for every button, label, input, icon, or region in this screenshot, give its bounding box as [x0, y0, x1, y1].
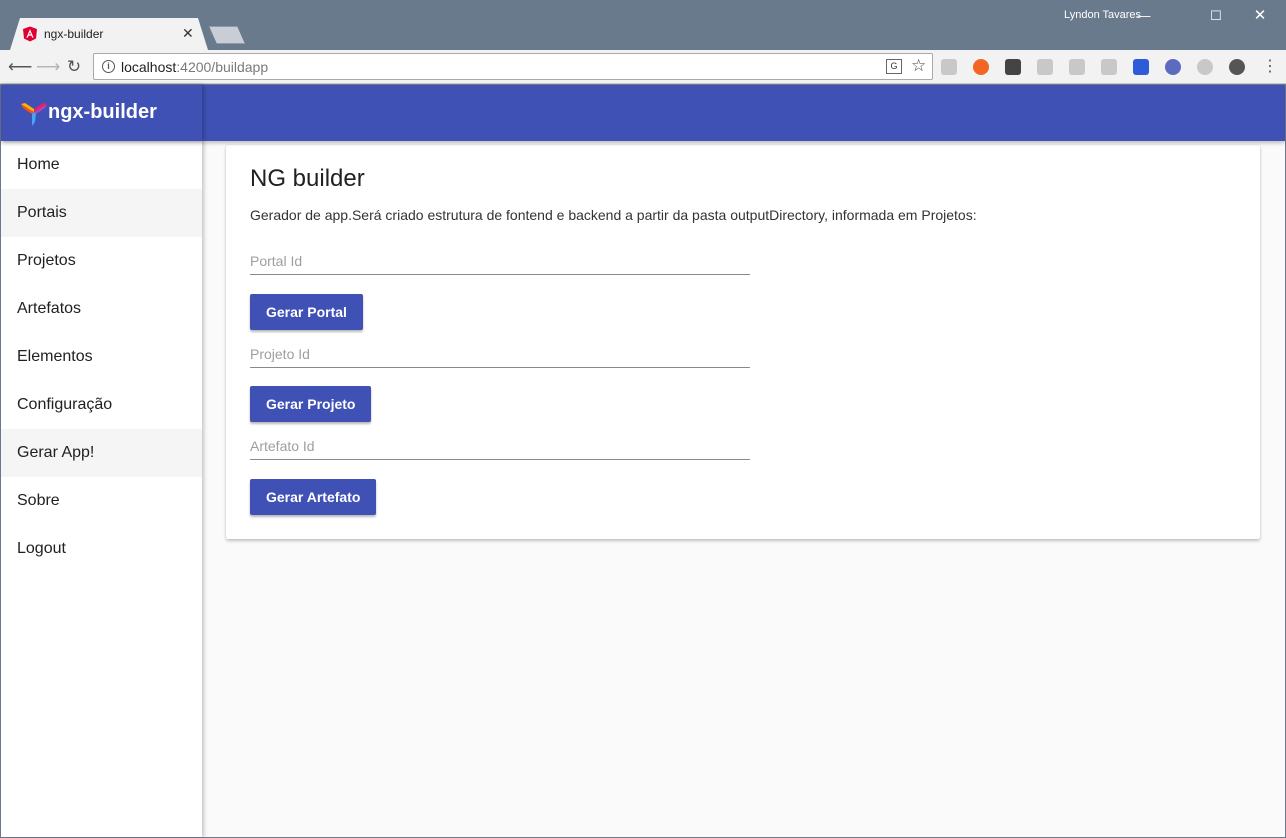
- sidebar-item-gerar-app[interactable]: Gerar App!: [1, 429, 202, 477]
- angular-icon: [23, 26, 37, 42]
- sidenav: Home Portais Projetos Artefatos Elementos Con…: [1, 141, 202, 837]
- sidebar-item-logout[interactable]: Logout: [1, 525, 202, 573]
- builder-card: NG builder Gerador de app.Será criado es…: [226, 145, 1260, 539]
- brand-title: ngx-builder: [48, 101, 157, 123]
- r-extension-icon[interactable]: [1165, 59, 1181, 75]
- gerar-portal-button[interactable]: Gerar Portal: [250, 294, 363, 330]
- gerar-projeto-button[interactable]: Gerar Projeto: [250, 386, 372, 422]
- close-window-button[interactable]: ✕: [1240, 4, 1280, 28]
- color-extension-icon[interactable]: [1133, 59, 1149, 75]
- sidebar-item-artefatos[interactable]: Artefatos: [1, 285, 202, 333]
- browser-menu-icon[interactable]: ⋮: [1262, 56, 1278, 76]
- brand: ngx-builder: [1, 85, 202, 141]
- portal-id-field: [250, 245, 750, 275]
- sidebar-item-sobre[interactable]: Sobre: [1, 477, 202, 525]
- browser-tab[interactable]: ngx-builder ✕: [10, 18, 208, 50]
- gerar-artefato-button[interactable]: Gerar Artefato: [250, 479, 377, 515]
- browser-titlebar: ngx-builder ✕ Lyndon Tavares — ☐ ✕: [0, 0, 1286, 50]
- projeto-id-field: [250, 338, 750, 368]
- app-toolbar: ngx-builder: [1, 85, 1285, 141]
- forward-icon[interactable]: ⟶: [36, 56, 60, 78]
- lifebuoy-extension-icon[interactable]: [973, 59, 989, 75]
- url-host: localhost: [121, 59, 177, 75]
- minimize-button[interactable]: —: [1124, 4, 1164, 28]
- sidebar-item-elementos[interactable]: Elementos: [1, 333, 202, 381]
- card-subtitle: Gerador de app.Será criado estrutura de …: [250, 207, 977, 223]
- card-title: NG builder: [250, 165, 365, 192]
- sidebar-item-home[interactable]: Home: [1, 141, 202, 189]
- portal-id-input[interactable]: [250, 251, 750, 271]
- projeto-id-input[interactable]: [250, 344, 750, 364]
- url-path: :4200/buildapp: [176, 59, 269, 75]
- camera-extension-icon[interactable]: [1069, 59, 1085, 75]
- puzzle-extension-icon[interactable]: [1037, 59, 1053, 75]
- maximize-button[interactable]: ☐: [1196, 4, 1236, 28]
- new-tab-button[interactable]: [209, 26, 245, 44]
- sidebar-item-configuracao[interactable]: Configuração: [1, 381, 202, 429]
- info-icon[interactable]: i: [102, 60, 115, 73]
- sidebar-item-portais[interactable]: Portais: [1, 189, 202, 237]
- address-bar[interactable]: i localhost:4200/buildapp G ☆: [93, 53, 933, 80]
- artefato-id-input[interactable]: [250, 436, 750, 456]
- translate-icon[interactable]: G: [886, 59, 902, 74]
- url-text: localhost:4200/buildapp: [121, 59, 268, 75]
- pdf-extension-icon[interactable]: [941, 59, 957, 75]
- back-icon[interactable]: ⟵: [8, 56, 32, 78]
- bookmark-star-icon[interactable]: ☆: [911, 56, 926, 76]
- evernote-extension-icon[interactable]: [1229, 59, 1245, 75]
- close-tab-icon[interactable]: ✕: [182, 25, 194, 42]
- sidebar-item-projetos[interactable]: Projetos: [1, 237, 202, 285]
- reload-icon[interactable]: ↻: [63, 56, 85, 78]
- ngx-builder-logo-icon: [21, 103, 47, 126]
- leaf-extension-icon[interactable]: [1197, 59, 1213, 75]
- document-extension-icon[interactable]: [1101, 59, 1117, 75]
- browser-toolbar: ⟵ ⟶ ↻ i localhost:4200/buildapp G ☆ ⋮: [0, 50, 1286, 84]
- app-root: ngx-builder Home Portais Projetos Artefatos…: [1, 85, 1285, 837]
- artefato-id-field: [250, 430, 750, 460]
- pocket-extension-icon[interactable]: [1005, 59, 1021, 75]
- tab-title: ngx-builder: [44, 27, 104, 41]
